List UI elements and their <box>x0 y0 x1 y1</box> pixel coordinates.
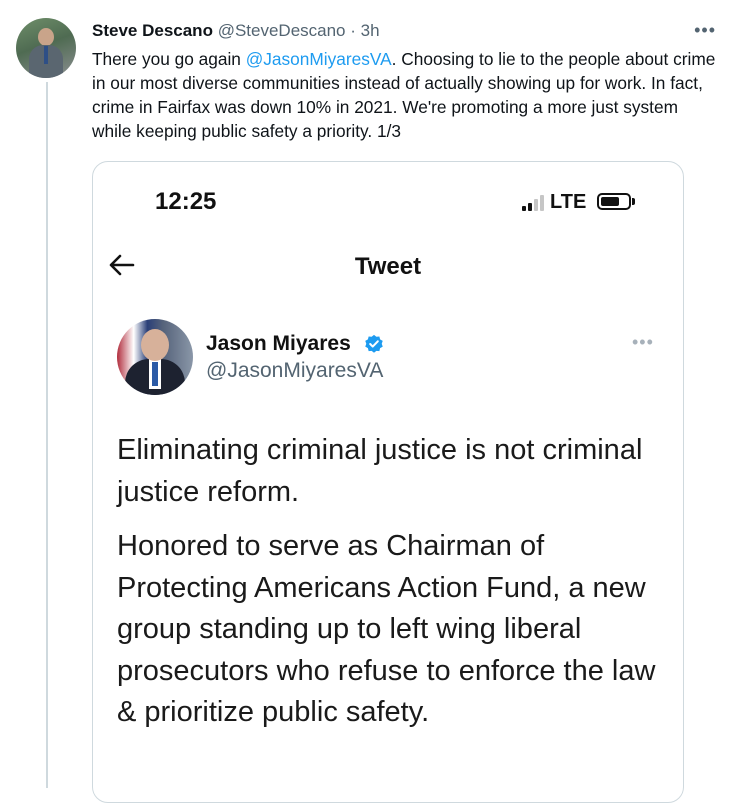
author-name[interactable]: Steve Descano <box>92 21 213 40</box>
thread-line <box>46 82 48 788</box>
status-bar-time: 12:25 <box>155 188 217 215</box>
battery-tip <box>632 198 635 205</box>
quoted-paragraph-1: Eliminating criminal justice is not crim… <box>117 434 643 508</box>
separator-dot: · <box>350 21 356 40</box>
avatar-jason-miyares <box>117 319 193 395</box>
quoted-author-name: Jason Miyares <box>206 332 351 355</box>
battery-icon <box>597 193 631 210</box>
tweet-text-part: There you go again <box>92 49 246 69</box>
signal-icon <box>522 195 544 211</box>
network-label: LTE <box>550 191 587 213</box>
embedded-screenshot-card[interactable]: 12:25 LTE Tweet Jason Miyares @JasonMiya… <box>92 161 684 803</box>
tweet-header: Steve Descano @SteveDescano · 3h <box>92 21 380 41</box>
quoted-paragraph-2: Honored to serve as Chairman of Protecti… <box>117 530 656 728</box>
verified-badge-icon <box>365 334 383 353</box>
nav-title: Tweet <box>354 253 422 280</box>
tweet-text: There you go again @JasonMiyaresVA. Choo… <box>92 47 717 143</box>
avatar-steve-descano[interactable] <box>16 18 76 78</box>
mention-link[interactable]: @JasonMiyaresVA <box>246 49 392 69</box>
quoted-author-handle: @JasonMiyaresVA <box>206 359 384 382</box>
quoted-more-icon: ••• <box>632 332 654 352</box>
author-handle[interactable]: @SteveDescano <box>218 21 346 40</box>
more-icon[interactable]: ••• <box>694 20 716 41</box>
tweet-timestamp[interactable]: 3h <box>361 21 380 40</box>
